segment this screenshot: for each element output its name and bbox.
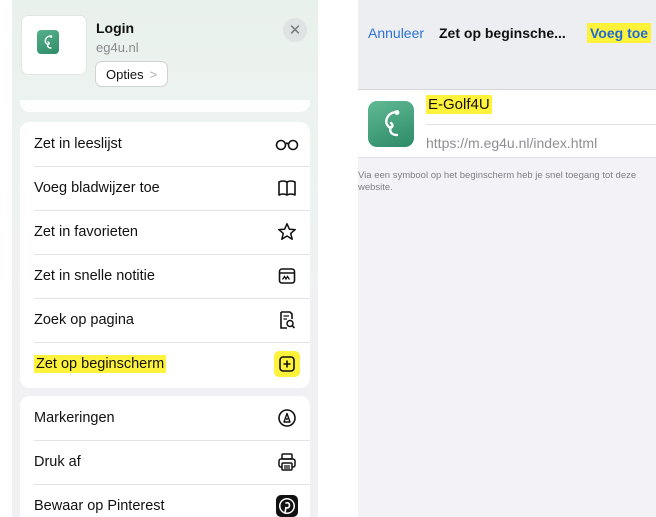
- action-label: Zet in favorieten: [34, 224, 138, 240]
- options-button[interactable]: Opties >: [95, 61, 168, 87]
- chevron-right-icon: >: [149, 66, 158, 82]
- site-domain: eg4u.nl: [96, 40, 139, 55]
- action-label: Voeg bladwijzer toe: [34, 180, 160, 196]
- share-sheet-header: Login eg4u.nl Opties > ✕: [12, 0, 318, 110]
- action-print[interactable]: Druk af: [20, 440, 310, 484]
- close-button[interactable]: ✕: [283, 18, 307, 42]
- action-group-secondary: Markeringen Druk af Bewaar op Pinterest: [20, 396, 310, 517]
- helper-text: Via een symbool op het beginscherm heb j…: [358, 170, 637, 193]
- action-add-to-reading-list[interactable]: Zet in leeslijst: [20, 122, 310, 166]
- action-label: Zoek op pagina: [34, 312, 134, 328]
- action-add-bookmark[interactable]: Voeg bladwijzer toe: [20, 166, 310, 210]
- pinterest-icon: [274, 493, 300, 517]
- close-icon: ✕: [288, 22, 302, 39]
- previous-group-edge: [20, 100, 310, 112]
- action-add-to-favorites[interactable]: Zet in favorieten: [20, 210, 310, 254]
- action-markup[interactable]: Markeringen: [20, 396, 310, 440]
- add-to-home-screen-panel: Annuleer Zet op beginsche... Voeg toe E-…: [358, 0, 656, 517]
- site-title: Login: [96, 20, 135, 36]
- add-square-icon: [274, 351, 300, 377]
- action-label: Druk af: [34, 454, 81, 470]
- markup-icon: [274, 405, 300, 431]
- action-add-to-home-screen[interactable]: Zet op beginscherm: [20, 342, 310, 386]
- app-name-field[interactable]: E-Golf4U: [426, 95, 492, 114]
- action-label: Bewaar op Pinterest: [34, 498, 165, 514]
- navigation-bar: Annuleer Zet op beginsche... Voeg toe: [358, 0, 656, 90]
- book-icon: [274, 175, 300, 201]
- action-save-to-pinterest[interactable]: Bewaar op Pinterest: [20, 484, 310, 517]
- action-label: Zet in snelle notitie: [34, 268, 155, 284]
- action-add-to-quick-note[interactable]: Zet in snelle notitie: [20, 254, 310, 298]
- site-favicon-icon: [37, 30, 59, 54]
- printer-icon: [274, 449, 300, 475]
- cancel-button[interactable]: Annuleer: [368, 25, 424, 41]
- share-sheet: Login eg4u.nl Opties > ✕ Zet in leeslijs…: [12, 0, 318, 517]
- quick-note-icon: [274, 263, 300, 289]
- action-label: Markeringen: [34, 410, 115, 426]
- action-group-primary: Zet in leeslijst Voeg bladwijzer toe Zet…: [20, 122, 310, 388]
- action-label: Zet in leeslijst: [34, 136, 122, 152]
- page-title: Zet op beginsche...: [439, 25, 566, 41]
- action-label: Zet op beginscherm: [34, 355, 167, 373]
- find-on-page-icon: [274, 307, 300, 333]
- action-find-on-page[interactable]: Zoek op pagina: [20, 298, 310, 342]
- add-button[interactable]: Voeg toe: [587, 23, 652, 43]
- star-icon: [274, 219, 300, 245]
- app-icon: [368, 101, 414, 147]
- options-label: Opties: [106, 66, 144, 82]
- field-divider: [426, 124, 656, 125]
- reading-glasses-icon: [274, 131, 300, 157]
- url-text: https://m.eg4u.nl/index.html: [426, 135, 598, 151]
